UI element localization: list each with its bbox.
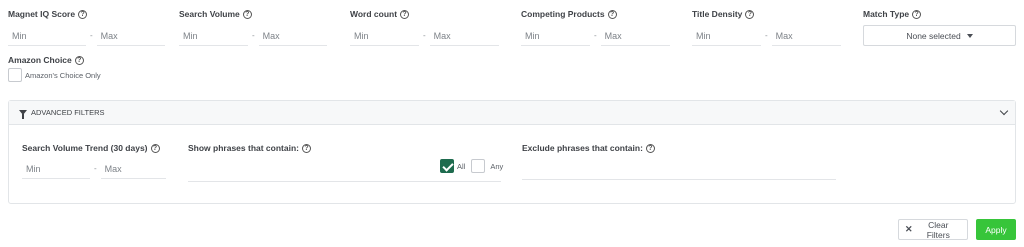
range-separator: - [90,31,93,40]
help-icon[interactable]: ? [912,9,922,19]
help-icon[interactable]: ? [400,9,410,19]
search-volume-label: Search Volume ? [179,9,252,19]
show-phrases-underline [188,181,501,182]
clear-filters-button[interactable]: ✕ Clear Filters [898,219,968,240]
help-icon[interactable]: ? [745,9,755,19]
all-checkbox[interactable] [440,159,454,173]
close-icon: ✕ [905,224,913,234]
search-volume-trend-min-input[interactable] [22,159,90,179]
show-phrases-label: Show phrases that contain: ? [188,143,311,153]
help-icon[interactable]: ? [74,55,84,65]
title-density-range: - [692,26,841,46]
help-icon[interactable]: ? [150,143,160,153]
match-type-select[interactable]: None selected [863,25,1016,46]
competing-products-range: - [521,26,670,46]
show-phrases-input[interactable] [188,162,440,182]
range-separator: - [765,31,768,40]
help-icon[interactable]: ? [302,143,311,153]
magnet-iq-max-input[interactable] [96,26,165,46]
magnet-iq-min-input[interactable] [8,26,86,46]
range-separator: - [594,31,597,40]
range-separator: - [252,31,255,40]
all-label: All [457,161,466,171]
advanced-filters-panel: ADVANCED FILTERS Search Volume Trend (30… [8,100,1016,204]
chevron-down-icon[interactable] [999,106,1009,116]
amazon-choice-label: Amazon Choice ? [8,55,84,65]
apply-button[interactable]: Apply [976,219,1016,240]
filter-icon [19,110,27,119]
match-type-label: Match Type ? [863,9,922,19]
title-density-max-input[interactable] [771,26,841,46]
competing-products-label: Competing Products ? [521,9,617,19]
any-label: Any [490,161,504,171]
range-separator: - [94,164,97,173]
help-icon[interactable]: ? [242,9,252,19]
competing-products-min-input[interactable] [521,26,590,46]
title-density-label: Title Density ? [692,9,755,19]
search-volume-trend-max-input[interactable] [100,159,166,179]
search-volume-trend-label: Search Volume Trend (30 days) ? [22,143,160,153]
amazon-choice-checkbox[interactable] [8,68,22,82]
help-icon[interactable]: ? [78,9,88,19]
word-count-range: - [350,26,499,46]
word-count-min-input[interactable] [350,26,419,46]
match-type-selected-text: None selected [906,30,961,41]
exclude-phrases-input[interactable] [522,160,836,180]
exclude-phrases-label: Exclude phrases that contain: ? [522,143,655,153]
title-density-min-input[interactable] [692,26,761,46]
help-icon[interactable]: ? [645,143,655,153]
competing-products-max-input[interactable] [600,26,670,46]
amazon-choice-option[interactable]: Amazon's Choice Only [8,68,101,82]
range-separator: - [423,31,426,40]
magnet-iq-range: - [8,26,165,46]
word-count-label: Word count ? [350,9,410,19]
advanced-filters-title: ADVANCED FILTERS [19,108,104,119]
advanced-filters-header[interactable]: ADVANCED FILTERS [9,101,1015,125]
search-volume-trend-range: - [22,159,166,179]
help-icon[interactable]: ? [607,9,617,19]
search-volume-range: - [179,26,327,46]
word-count-max-input[interactable] [429,26,499,46]
magnet-iq-label: Magnet IQ Score ? [8,9,88,19]
match-mode-options: All Any [440,159,503,173]
search-volume-max-input[interactable] [258,26,327,46]
amazon-choice-option-label: Amazon's Choice Only [25,70,101,80]
search-volume-min-input[interactable] [179,26,248,46]
any-checkbox[interactable] [471,159,486,173]
caret-down-icon [966,33,973,38]
